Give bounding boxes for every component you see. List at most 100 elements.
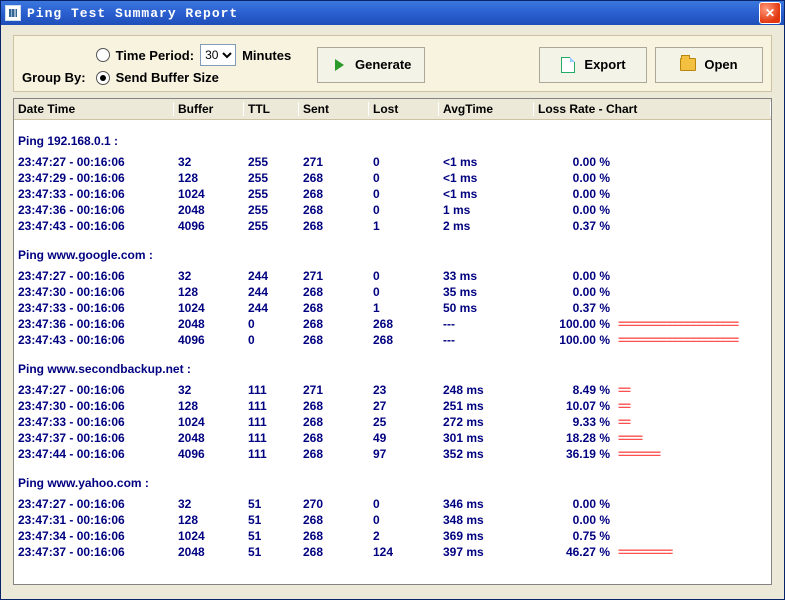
table-row[interactable]: 23:47:43 - 00:16:06409625526812 ms0.37 % (14, 218, 771, 234)
cell-lossrate: 100.00 % (534, 332, 614, 348)
app-window: Ping Test Summary Report ✕ Group By: Tim… (0, 0, 785, 600)
cell-chart: ========= (614, 544, 771, 560)
period-select[interactable]: 30 (200, 44, 236, 66)
folder-icon (680, 57, 696, 73)
cell-sent: 268 (299, 300, 369, 316)
table-row[interactable]: 23:47:33 - 00:16:0610242552680<1 ms0.00 … (14, 186, 771, 202)
table-row[interactable]: 23:47:37 - 00:16:06204811126849301 ms18.… (14, 430, 771, 446)
cell-avgtime: 272 ms (439, 414, 534, 430)
cell-lossrate: 36.19 % (534, 446, 614, 462)
table-row[interactable]: 23:47:37 - 00:16:06204851268124397 ms46.… (14, 544, 771, 560)
table-row[interactable]: 23:47:29 - 00:16:061282552680<1 ms0.00 % (14, 170, 771, 186)
cell-chart (614, 202, 771, 218)
cell-buffer: 2048 (174, 316, 244, 332)
table-row[interactable]: 23:47:44 - 00:16:06409611126897352 ms36.… (14, 446, 771, 462)
cell-sent: 268 (299, 398, 369, 414)
open-button[interactable]: Open (655, 47, 763, 83)
cell-lossrate: 10.07 % (534, 398, 614, 414)
col-lossrate[interactable]: Loss Rate - Chart (534, 102, 771, 116)
cell-lost: 0 (369, 154, 439, 170)
cell-lost: 2 (369, 528, 439, 544)
table-row[interactable]: 23:47:34 - 00:16:061024512682369 ms0.75 … (14, 528, 771, 544)
cell-datetime: 23:47:30 - 00:16:06 (14, 284, 174, 300)
table-row[interactable]: 23:47:36 - 00:16:0620480268268---100.00 … (14, 316, 771, 332)
group-title: Ping 192.168.0.1 : (14, 120, 771, 154)
col-lost[interactable]: Lost (369, 102, 439, 116)
cell-sent: 268 (299, 332, 369, 348)
cell-sent: 268 (299, 186, 369, 202)
table-row[interactable]: 23:47:33 - 00:16:06102411126825272 ms9.3… (14, 414, 771, 430)
cell-lossrate: 0.00 % (534, 170, 614, 186)
cell-lost: 1 (369, 218, 439, 234)
table-row[interactable]: 23:47:43 - 00:16:0640960268268---100.00 … (14, 332, 771, 348)
cell-lost: 0 (369, 268, 439, 284)
cell-sent: 268 (299, 284, 369, 300)
cell-ttl: 51 (244, 544, 299, 560)
play-icon (331, 57, 347, 73)
cell-datetime: 23:47:27 - 00:16:06 (14, 382, 174, 398)
export-label: Export (584, 57, 625, 72)
grid-header: Date Time Buffer TTL Sent Lost AvgTime L… (14, 99, 771, 120)
open-label: Open (704, 57, 737, 72)
cell-sent: 271 (299, 268, 369, 284)
group-by-label: Group By: (22, 70, 86, 87)
cell-buffer: 1024 (174, 528, 244, 544)
close-button[interactable]: ✕ (759, 2, 781, 24)
col-buffer[interactable]: Buffer (174, 102, 244, 116)
cell-datetime: 23:47:37 - 00:16:06 (14, 430, 174, 446)
cell-lossrate: 0.00 % (534, 186, 614, 202)
table-row[interactable]: 23:47:36 - 00:16:06204825526801 ms0.00 % (14, 202, 771, 218)
cell-sent: 271 (299, 154, 369, 170)
cell-chart (614, 512, 771, 528)
cell-avgtime: 248 ms (439, 382, 534, 398)
cell-avgtime: <1 ms (439, 186, 534, 202)
col-avgtime[interactable]: AvgTime (439, 102, 534, 116)
cell-ttl: 111 (244, 398, 299, 414)
table-row[interactable]: 23:47:33 - 00:16:061024244268150 ms0.37 … (14, 300, 771, 316)
col-datetime[interactable]: Date Time (14, 102, 174, 116)
radio-buffer-label: Send Buffer Size (116, 70, 219, 85)
cell-sent: 268 (299, 512, 369, 528)
toolbar: Group By: Time Period: 30 Minutes Send B… (13, 35, 772, 92)
cell-ttl: 111 (244, 430, 299, 446)
cell-chart: ==================== (614, 316, 771, 332)
table-row[interactable]: 23:47:30 - 00:16:06128244268035 ms0.00 % (14, 284, 771, 300)
cell-buffer: 32 (174, 154, 244, 170)
cell-lost: 124 (369, 544, 439, 560)
cell-buffer: 32 (174, 496, 244, 512)
cell-lossrate: 8.49 % (534, 382, 614, 398)
table-row[interactable]: 23:47:27 - 00:16:0632244271033 ms0.00 % (14, 268, 771, 284)
cell-lost: 268 (369, 332, 439, 348)
generate-button[interactable]: Generate (317, 47, 425, 83)
table-row[interactable]: 23:47:30 - 00:16:0612811126827251 ms10.0… (14, 398, 771, 414)
cell-chart (614, 218, 771, 234)
cell-ttl: 51 (244, 496, 299, 512)
cell-buffer: 4096 (174, 218, 244, 234)
cell-avgtime: 369 ms (439, 528, 534, 544)
radio-buffer-size[interactable]: Send Buffer Size (96, 70, 292, 85)
col-sent[interactable]: Sent (299, 102, 369, 116)
cell-avgtime: 251 ms (439, 398, 534, 414)
cell-datetime: 23:47:27 - 00:16:06 (14, 154, 174, 170)
cell-datetime: 23:47:33 - 00:16:06 (14, 414, 174, 430)
table-row[interactable]: 23:47:31 - 00:16:06128512680348 ms0.00 % (14, 512, 771, 528)
cell-chart (614, 300, 771, 316)
cell-ttl: 0 (244, 332, 299, 348)
table-row[interactable]: 23:47:27 - 00:16:06322552710<1 ms0.00 % (14, 154, 771, 170)
cell-ttl: 244 (244, 300, 299, 316)
cell-ttl: 0 (244, 316, 299, 332)
cell-lost: 49 (369, 430, 439, 446)
cell-avgtime: 301 ms (439, 430, 534, 446)
col-ttl[interactable]: TTL (244, 102, 299, 116)
radio-time-period[interactable]: Time Period: 30 Minutes (96, 44, 292, 66)
cell-datetime: 23:47:27 - 00:16:06 (14, 496, 174, 512)
table-row[interactable]: 23:47:27 - 00:16:0632512700346 ms0.00 % (14, 496, 771, 512)
cell-buffer: 4096 (174, 332, 244, 348)
table-row[interactable]: 23:47:27 - 00:16:063211127123248 ms8.49 … (14, 382, 771, 398)
export-button[interactable]: Export (539, 47, 647, 83)
grid-body[interactable]: Ping 192.168.0.1 :23:47:27 - 00:16:06322… (14, 120, 771, 584)
generate-label: Generate (355, 57, 411, 72)
cell-avgtime: <1 ms (439, 170, 534, 186)
cell-lost: 25 (369, 414, 439, 430)
cell-datetime: 23:47:31 - 00:16:06 (14, 512, 174, 528)
